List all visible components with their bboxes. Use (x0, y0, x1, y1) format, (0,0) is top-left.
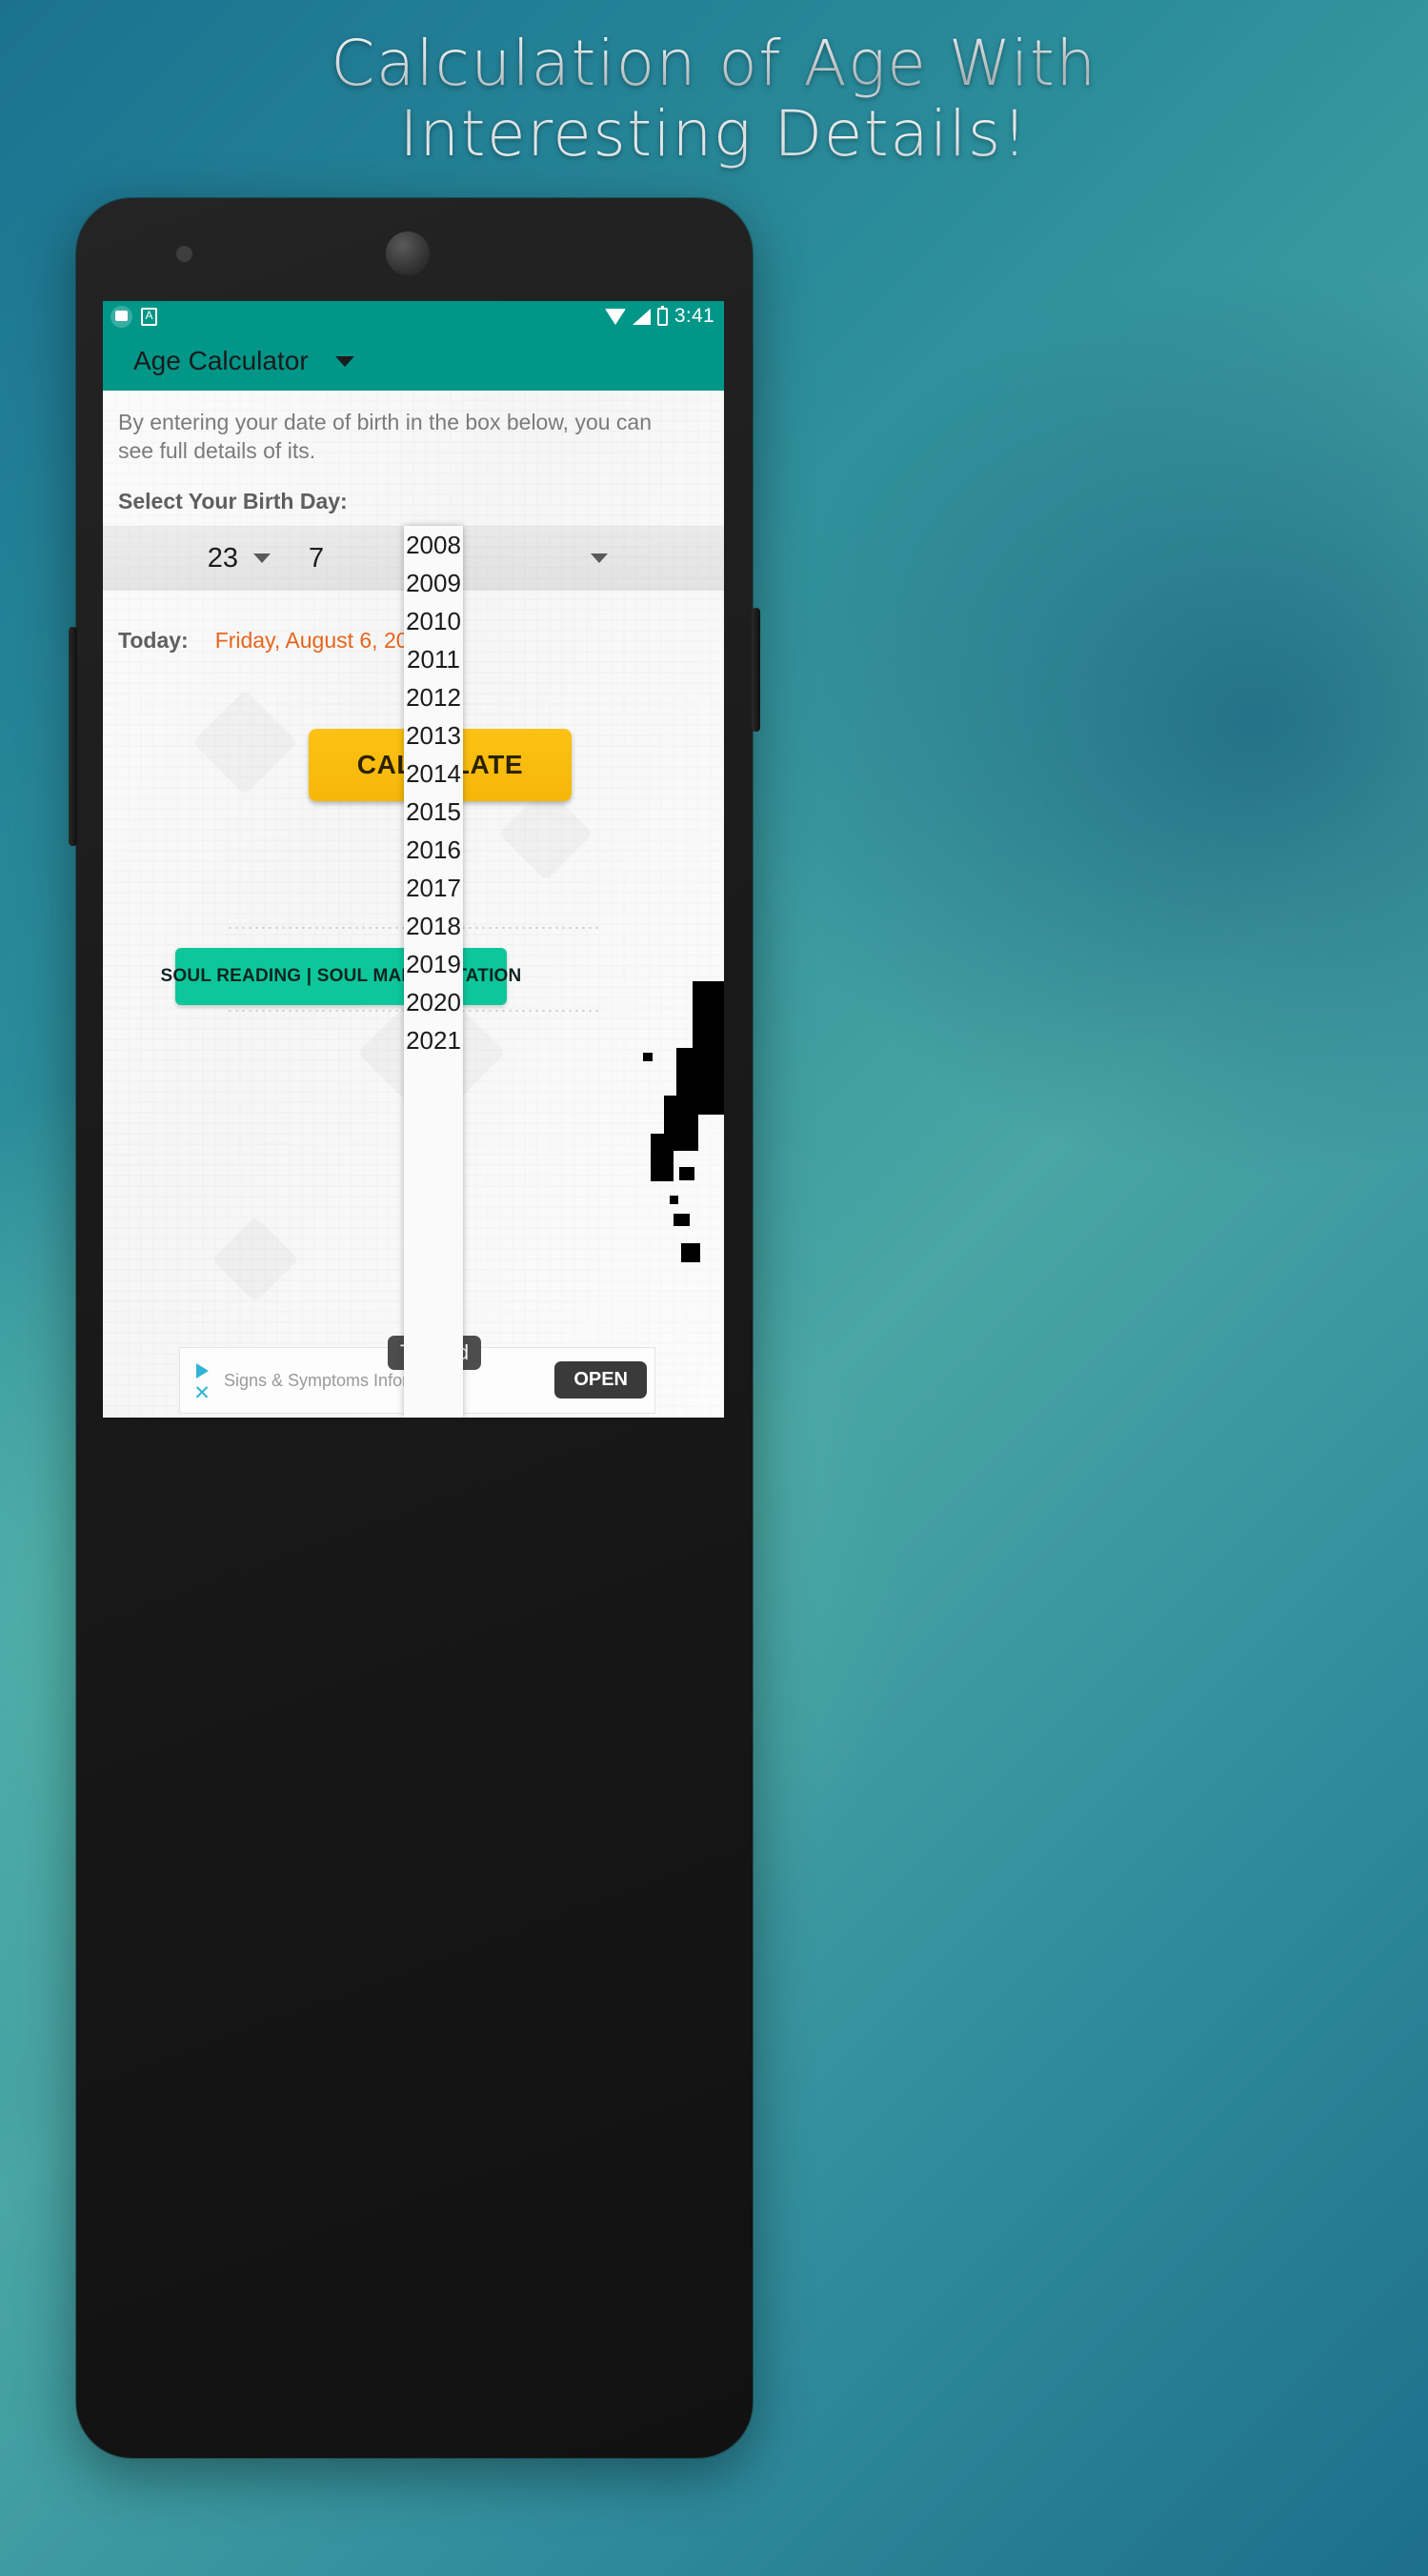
year-dropdown-list[interactable]: 2008 2009 2010 2011 2012 2013 2014 2015 2016 2017… (404, 526, 463, 1418)
signal-icon (632, 308, 651, 325)
chevron-down-icon (590, 553, 608, 563)
page-title: Age Calculator (133, 346, 309, 375)
status-bar-system: 3:41 (604, 305, 714, 328)
year-option[interactable]: 2008 (404, 526, 463, 564)
promo-headline: Calculation of Age With Interesting Deta… (0, 29, 1428, 170)
status-bar: 3:41 (103, 301, 724, 332)
soul-reading-ad-label: SOUL READING | SOUL MANIFESTATION (160, 966, 522, 986)
wifi-icon (604, 308, 626, 325)
day-spinner[interactable]: 23 (103, 526, 284, 591)
year-option[interactable]: 2013 (404, 716, 463, 755)
year-option[interactable]: 2017 (404, 869, 463, 907)
promo-backdrop: Calculation of Age With Interesting Deta… (0, 0, 1428, 2576)
ad-icon-column: ✕ (180, 1358, 224, 1403)
app-toolbar: Age Calculator (103, 332, 724, 391)
promo-headline-line-1: Calculation of Age With (331, 27, 1097, 100)
status-bar-clock: 3:41 (674, 305, 714, 327)
month-spinner-value: 7 (309, 542, 325, 574)
chevron-down-icon[interactable] (334, 355, 354, 367)
app-content: By entering your date of birth in the bo… (103, 391, 724, 1418)
render-artifact (624, 981, 724, 1262)
year-option[interactable]: 2018 (404, 907, 463, 945)
today-row: Today: Friday, August 6, 2021 (118, 628, 432, 654)
decorative-diamond (212, 1217, 299, 1303)
screenshot-icon (141, 307, 157, 326)
year-option[interactable]: 2015 (404, 793, 463, 831)
adchoices-icon[interactable] (195, 1362, 209, 1379)
ad-open-button[interactable]: OPEN (554, 1361, 647, 1399)
birth-day-label: Select Your Birth Day: (118, 489, 348, 513)
status-bar-notifications (111, 305, 605, 328)
front-camera-icon (386, 231, 430, 275)
phone-mockup: 3:41 Age Calculator By entering your dat… (69, 198, 760, 2458)
phone-volume-button (69, 627, 77, 846)
app-notification-icon (111, 305, 132, 328)
battery-icon (656, 305, 668, 326)
year-option[interactable]: 2020 (404, 983, 463, 1021)
year-option[interactable]: 2010 (404, 602, 463, 640)
year-spinner[interactable]: 2008 (451, 526, 632, 591)
day-spinner-value: 23 (207, 542, 238, 574)
year-option[interactable]: 2014 (404, 755, 463, 793)
close-icon[interactable]: ✕ (193, 1383, 211, 1403)
proximity-sensor-icon (176, 246, 192, 262)
phone-power-button (752, 608, 760, 732)
year-option[interactable]: 2009 (404, 564, 463, 602)
decorative-diamond (192, 690, 297, 795)
year-option[interactable]: 2011 (404, 640, 463, 678)
year-option[interactable]: 2019 (404, 945, 463, 983)
today-label: Today: (118, 628, 189, 653)
intro-text: By entering your date of birth in the bo… (118, 410, 653, 464)
promo-headline-line-2: Interesting Details! (399, 96, 1029, 171)
year-option[interactable]: 2012 (404, 678, 463, 716)
today-date-value: Friday, August 6, 2021 (214, 628, 433, 653)
phone-screen: 3:41 Age Calculator By entering your dat… (103, 301, 724, 1418)
chevron-down-icon (253, 553, 271, 563)
year-option[interactable]: 2016 (404, 831, 463, 869)
year-option[interactable]: 2021 (404, 1021, 463, 1059)
